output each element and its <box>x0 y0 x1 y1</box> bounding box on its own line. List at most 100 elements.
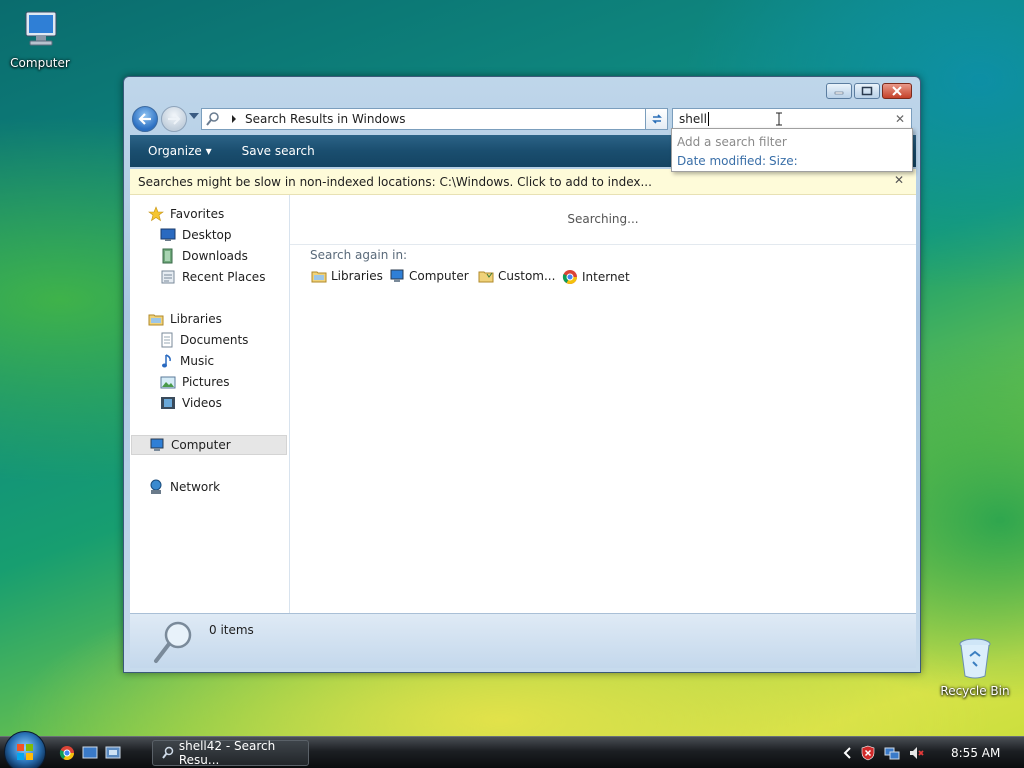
infobar-close-button[interactable]: ✕ <box>894 173 904 187</box>
arrow-right-icon <box>168 113 181 125</box>
nav-documents-label: Documents <box>180 333 249 347</box>
organize-menu[interactable]: Organize ▾ <box>148 144 212 158</box>
volume-muted-icon[interactable] <box>908 745 924 761</box>
taskbar-window-label: shell42 - Search Resu... <box>178 739 276 767</box>
search-icon <box>206 112 219 126</box>
nav-pictures-label: Pictures <box>182 375 230 389</box>
libraries-icon <box>148 314 164 326</box>
search-filter-hint: Add a search filter <box>677 135 787 149</box>
search-icon <box>162 746 174 759</box>
taskbar-window-button[interactable]: shell42 - Search Resu... <box>152 739 309 767</box>
clock[interactable]: 8:55 AM <box>951 746 1000 760</box>
computer-icon <box>25 11 57 46</box>
search-input[interactable]: shell ✕ <box>672 108 912 130</box>
security-alert-icon[interactable] <box>860 745 876 761</box>
location-label: Internet <box>582 270 630 284</box>
caption-buttons <box>826 83 912 99</box>
search-again-internet[interactable]: Internet <box>562 269 630 285</box>
filter-date-modified[interactable]: Date modified: <box>677 154 766 168</box>
ibeam-cursor-icon <box>776 112 782 126</box>
chrome-icon[interactable] <box>59 745 75 761</box>
windows-logo-icon <box>17 744 33 760</box>
desktop-icon-recycle-bin[interactable]: Recycle Bin <box>937 636 1013 698</box>
nav-libraries[interactable]: Libraries <box>148 309 222 329</box>
minimize-icon <box>834 91 844 95</box>
search-filter-dropdown: Add a search filter Date modified: Size: <box>671 128 913 172</box>
nav-videos[interactable]: Videos <box>160 393 222 413</box>
star-icon <box>148 206 164 222</box>
videos-icon <box>161 397 175 409</box>
folder-icon <box>478 271 494 283</box>
location-label: Libraries <box>331 269 383 283</box>
infobar-message: Searches might be slow in non-indexed lo… <box>138 174 652 189</box>
nav-computer[interactable]: Computer <box>131 435 287 455</box>
chevron-right-icon[interactable] <box>229 114 239 124</box>
nav-libraries-label: Libraries <box>170 312 222 326</box>
results-pane: Searching... Search again in: Libraries … <box>290 195 916 613</box>
nav-favorites[interactable]: Favorites <box>148 204 224 224</box>
text-cursor <box>707 112 709 126</box>
search-again-label: Search again in: <box>310 248 408 262</box>
taskbar: shell42 - Search Resu... 8:55 AM <box>0 731 1024 768</box>
desktop-icon <box>160 228 176 241</box>
desktop-icon-label: Computer <box>10 56 70 70</box>
nav-music-label: Music <box>180 354 215 368</box>
forward-button[interactable] <box>161 106 187 132</box>
recent-places-icon <box>161 270 175 284</box>
filter-size[interactable]: Size: <box>769 154 798 168</box>
music-icon <box>162 354 171 368</box>
computer-icon <box>390 269 404 282</box>
searching-status: Searching... <box>567 212 639 226</box>
refresh-icon <box>651 114 662 124</box>
organize-label: Organize <box>148 144 202 158</box>
arrow-left-icon <box>138 113 151 125</box>
show-desktop-icon[interactable] <box>82 745 98 761</box>
details-pane: 0 items <box>130 613 916 668</box>
magnifier-icon <box>154 621 192 663</box>
nav-downloads-label: Downloads <box>182 249 248 263</box>
switch-windows-icon[interactable] <box>105 745 121 761</box>
save-search-button[interactable]: Save search <box>242 144 315 158</box>
computer-icon <box>150 438 164 451</box>
chevron-left-icon[interactable] <box>842 746 852 760</box>
system-tray <box>842 737 924 768</box>
nav-music[interactable]: Music <box>160 351 214 371</box>
index-infobar[interactable]: Searches might be slow in non-indexed lo… <box>130 169 916 195</box>
search-input-value: shell <box>679 112 707 126</box>
minimize-button[interactable] <box>826 83 852 99</box>
address-text: Search Results in Windows <box>245 112 406 126</box>
address-bar[interactable]: Search Results in Windows <box>201 108 666 130</box>
search-again-libraries[interactable]: Libraries <box>311 269 383 283</box>
nav-desktop[interactable]: Desktop <box>160 225 232 245</box>
refresh-button[interactable] <box>645 108 668 130</box>
close-button[interactable] <box>882 83 912 99</box>
location-label: Computer <box>409 269 469 283</box>
search-again-computer[interactable]: Computer <box>389 269 469 283</box>
downloads-icon <box>162 248 173 264</box>
location-label: Custom... <box>498 269 556 283</box>
chrome-icon <box>562 270 577 284</box>
back-button[interactable] <box>132 106 158 132</box>
divider <box>290 244 916 245</box>
close-icon <box>892 86 902 96</box>
nav-desktop-label: Desktop <box>182 228 232 242</box>
recent-pages-dropdown[interactable] <box>189 113 199 119</box>
nav-recent-places[interactable]: Recent Places <box>160 267 265 287</box>
maximize-button[interactable] <box>854 83 880 99</box>
nav-documents[interactable]: Documents <box>160 330 248 350</box>
nav-recent-places-label: Recent Places <box>182 270 266 284</box>
maximize-icon <box>861 86 873 96</box>
start-button[interactable] <box>4 731 46 768</box>
clear-search-button[interactable]: ✕ <box>895 112 905 126</box>
search-again-custom[interactable]: Custom... <box>478 269 555 283</box>
nav-network[interactable]: Network <box>148 477 220 497</box>
network-status-icon[interactable] <box>884 745 900 761</box>
network-icon <box>150 479 162 494</box>
navigation-pane: Favorites Desktop Downloads Recent Place… <box>130 195 290 613</box>
nav-pictures[interactable]: Pictures <box>160 372 230 392</box>
desktop-icon-computer[interactable]: Computer <box>2 8 78 70</box>
recycle-bin-icon <box>959 638 991 679</box>
items-count: 0 items <box>209 623 254 637</box>
nav-downloads[interactable]: Downloads <box>160 246 248 266</box>
nav-favorites-label: Favorites <box>170 207 225 221</box>
